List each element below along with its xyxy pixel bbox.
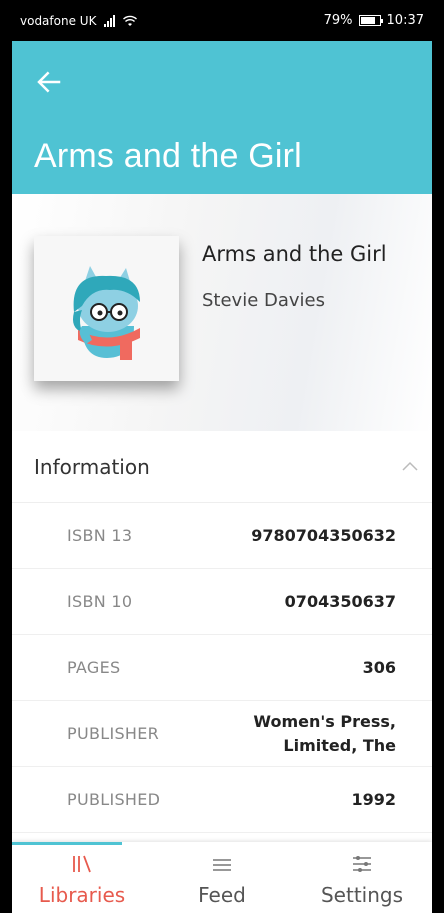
nav-label: Settings [320, 883, 404, 907]
app-bar: Arms and the Girl [12, 41, 432, 194]
status-right: 79% 10:37 [324, 13, 424, 28]
nav-item-settings[interactable]: Settings [292, 842, 432, 913]
info-row-isbn13: ISBN 13 9780704350632 [12, 503, 432, 569]
information-label: Information [34, 454, 150, 479]
arrow-left-icon[interactable] [34, 67, 64, 97]
nav-label: Libraries [38, 883, 126, 907]
chevron-up-icon[interactable] [400, 457, 420, 477]
info-row-isbn10: ISBN 10 0704350637 [12, 569, 432, 635]
book-hero: Arms and the Girl Stevie Davies [12, 194, 432, 431]
status-bar: vodafone UK 79% 10:37 [12, 0, 432, 41]
info-row-publisher: PUBLISHER Women's Press, Limited, The [12, 701, 432, 767]
app-content: vodafone UK 79% 10:37 Arms and the Girl … [12, 0, 432, 913]
battery-percent: 79% [323, 13, 353, 28]
nav-item-feed[interactable]: Feed [152, 842, 292, 913]
bottom-navigation: Libraries Feed Settings [12, 842, 432, 913]
wifi-icon [123, 15, 138, 26]
info-row-published: PUBLISHED 1992 [12, 767, 432, 833]
information-header[interactable]: Information [12, 431, 432, 503]
battery-icon [358, 15, 383, 26]
nav-label: Feed [198, 883, 246, 907]
book-cover [34, 236, 179, 381]
signal-icon [104, 14, 116, 27]
page-title: Arms and the Girl [34, 137, 302, 175]
info-row-pages: PAGES 306 [12, 635, 432, 701]
clock: 10:37 [386, 13, 424, 28]
status-left: vodafone UK [20, 13, 138, 28]
info-row-label: ISBN 13 [67, 526, 133, 545]
info-row-value: 9780704350632 [251, 525, 396, 545]
screen-border-right [432, 0, 444, 913]
mascot-illustration [72, 265, 140, 360]
nav-item-libraries[interactable]: Libraries [12, 842, 152, 913]
info-row-label: ISBN 10 [67, 592, 133, 611]
sliders-icon [353, 856, 371, 872]
info-row-label: PUBLISHED [67, 790, 161, 809]
info-row-label: PUBLISHER [67, 724, 160, 743]
info-row-value: 1992 [351, 789, 396, 809]
carrier-name: vodafone UK [20, 13, 97, 28]
info-row-value: 306 [362, 657, 396, 677]
info-row-value: 0704350637 [284, 591, 396, 611]
book-author: Stevie Davies [202, 290, 326, 311]
menu-icon [213, 859, 231, 871]
info-row-value: Women's Press, Limited, The [253, 712, 396, 755]
information-section: Information ISBN 13 9780704350632 ISBN 1… [12, 431, 432, 833]
info-row-label: PAGES [67, 658, 121, 677]
screen-border-left [0, 0, 12, 913]
library-icon [73, 855, 91, 873]
app-screen: vodafone UK 79% 10:37 Arms and the Girl … [0, 0, 444, 913]
book-title: Arms and the Girl [202, 242, 387, 266]
